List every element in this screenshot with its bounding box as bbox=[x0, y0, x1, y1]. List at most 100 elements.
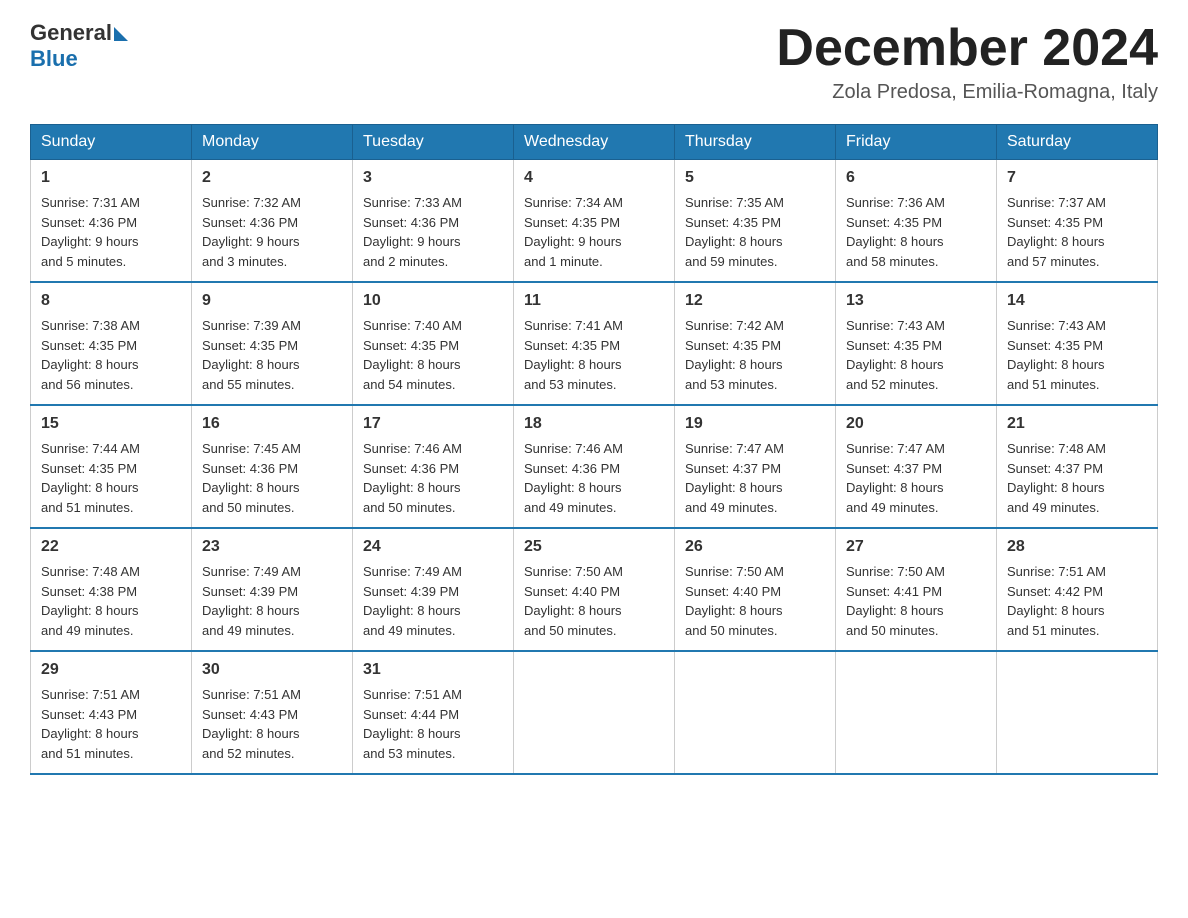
daylight-text2: and 53 minutes. bbox=[524, 377, 617, 392]
daylight-text: Daylight: 8 hours bbox=[363, 357, 461, 372]
daylight-text: Daylight: 8 hours bbox=[1007, 234, 1105, 249]
day-number: 24 bbox=[363, 535, 503, 559]
daylight-text: Daylight: 8 hours bbox=[1007, 603, 1105, 618]
calendar-cell-w5-d6 bbox=[997, 651, 1158, 774]
daylight-text: Daylight: 8 hours bbox=[202, 357, 300, 372]
sunrise-text: Sunrise: 7:42 AM bbox=[685, 318, 784, 333]
sunrise-text: Sunrise: 7:38 AM bbox=[41, 318, 140, 333]
daylight-text2: and 2 minutes. bbox=[363, 254, 448, 269]
sunrise-text: Sunrise: 7:51 AM bbox=[41, 687, 140, 702]
daylight-text: Daylight: 8 hours bbox=[41, 726, 139, 741]
daylight-text2: and 1 minute. bbox=[524, 254, 603, 269]
sunrise-text: Sunrise: 7:45 AM bbox=[202, 441, 301, 456]
day-number: 16 bbox=[202, 412, 342, 436]
calendar-cell-w5-d5 bbox=[836, 651, 997, 774]
daylight-text: Daylight: 8 hours bbox=[846, 603, 944, 618]
sunset-text: Sunset: 4:35 PM bbox=[846, 338, 942, 353]
calendar-week-3: 15 Sunrise: 7:44 AM Sunset: 4:35 PM Dayl… bbox=[31, 405, 1158, 528]
calendar-cell-w3-d2: 17 Sunrise: 7:46 AM Sunset: 4:36 PM Dayl… bbox=[353, 405, 514, 528]
logo-blue: Blue bbox=[30, 46, 78, 72]
sunrise-text: Sunrise: 7:48 AM bbox=[1007, 441, 1106, 456]
calendar-cell-w2-d4: 12 Sunrise: 7:42 AM Sunset: 4:35 PM Dayl… bbox=[675, 282, 836, 405]
daylight-text: Daylight: 8 hours bbox=[846, 480, 944, 495]
daylight-text2: and 59 minutes. bbox=[685, 254, 778, 269]
daylight-text2: and 53 minutes. bbox=[363, 746, 456, 761]
daylight-text2: and 50 minutes. bbox=[524, 623, 617, 638]
sunset-text: Sunset: 4:39 PM bbox=[202, 584, 298, 599]
sunrise-text: Sunrise: 7:40 AM bbox=[363, 318, 462, 333]
daylight-text: Daylight: 8 hours bbox=[685, 603, 783, 618]
day-number: 4 bbox=[524, 166, 664, 190]
daylight-text2: and 3 minutes. bbox=[202, 254, 287, 269]
daylight-text2: and 57 minutes. bbox=[1007, 254, 1100, 269]
daylight-text: Daylight: 9 hours bbox=[202, 234, 300, 249]
sunrise-text: Sunrise: 7:50 AM bbox=[685, 564, 784, 579]
sunset-text: Sunset: 4:37 PM bbox=[685, 461, 781, 476]
day-number: 10 bbox=[363, 289, 503, 313]
sunrise-text: Sunrise: 7:36 AM bbox=[846, 195, 945, 210]
day-number: 3 bbox=[363, 166, 503, 190]
sunset-text: Sunset: 4:36 PM bbox=[202, 215, 298, 230]
daylight-text: Daylight: 8 hours bbox=[846, 357, 944, 372]
daylight-text: Daylight: 8 hours bbox=[202, 480, 300, 495]
sunset-text: Sunset: 4:35 PM bbox=[685, 215, 781, 230]
daylight-text2: and 58 minutes. bbox=[846, 254, 939, 269]
sunrise-text: Sunrise: 7:43 AM bbox=[1007, 318, 1106, 333]
day-number: 20 bbox=[846, 412, 986, 436]
sunrise-text: Sunrise: 7:32 AM bbox=[202, 195, 301, 210]
col-saturday: Saturday bbox=[997, 125, 1158, 160]
daylight-text2: and 49 minutes. bbox=[685, 500, 778, 515]
sunrise-text: Sunrise: 7:51 AM bbox=[363, 687, 462, 702]
sunrise-text: Sunrise: 7:51 AM bbox=[1007, 564, 1106, 579]
sunrise-text: Sunrise: 7:39 AM bbox=[202, 318, 301, 333]
daylight-text2: and 54 minutes. bbox=[363, 377, 456, 392]
sunset-text: Sunset: 4:35 PM bbox=[202, 338, 298, 353]
calendar-cell-w3-d4: 19 Sunrise: 7:47 AM Sunset: 4:37 PM Dayl… bbox=[675, 405, 836, 528]
calendar-cell-w4-d1: 23 Sunrise: 7:49 AM Sunset: 4:39 PM Dayl… bbox=[192, 528, 353, 651]
daylight-text: Daylight: 8 hours bbox=[846, 234, 944, 249]
daylight-text2: and 51 minutes. bbox=[41, 746, 134, 761]
sunset-text: Sunset: 4:35 PM bbox=[524, 215, 620, 230]
calendar-cell-w2-d0: 8 Sunrise: 7:38 AM Sunset: 4:35 PM Dayli… bbox=[31, 282, 192, 405]
calendar-cell-w2-d1: 9 Sunrise: 7:39 AM Sunset: 4:35 PM Dayli… bbox=[192, 282, 353, 405]
daylight-text2: and 49 minutes. bbox=[846, 500, 939, 515]
day-number: 11 bbox=[524, 289, 664, 313]
logo-triangle-icon bbox=[114, 27, 128, 41]
calendar-week-2: 8 Sunrise: 7:38 AM Sunset: 4:35 PM Dayli… bbox=[31, 282, 1158, 405]
sunset-text: Sunset: 4:40 PM bbox=[524, 584, 620, 599]
calendar-cell-w1-d2: 3 Sunrise: 7:33 AM Sunset: 4:36 PM Dayli… bbox=[353, 160, 514, 283]
sunset-text: Sunset: 4:43 PM bbox=[41, 707, 137, 722]
daylight-text: Daylight: 8 hours bbox=[202, 603, 300, 618]
daylight-text2: and 52 minutes. bbox=[202, 746, 295, 761]
title-block: December 2024 Zola Predosa, Emilia-Romag… bbox=[776, 20, 1158, 104]
logo: General Blue bbox=[30, 20, 128, 72]
daylight-text2: and 51 minutes. bbox=[1007, 623, 1100, 638]
sunrise-text: Sunrise: 7:47 AM bbox=[685, 441, 784, 456]
sunrise-text: Sunrise: 7:51 AM bbox=[202, 687, 301, 702]
daylight-text2: and 49 minutes. bbox=[202, 623, 295, 638]
sunrise-text: Sunrise: 7:33 AM bbox=[363, 195, 462, 210]
sunset-text: Sunset: 4:37 PM bbox=[846, 461, 942, 476]
sunset-text: Sunset: 4:36 PM bbox=[363, 461, 459, 476]
sunset-text: Sunset: 4:38 PM bbox=[41, 584, 137, 599]
col-friday: Friday bbox=[836, 125, 997, 160]
location-subtitle: Zola Predosa, Emilia-Romagna, Italy bbox=[776, 81, 1158, 104]
day-number: 19 bbox=[685, 412, 825, 436]
day-number: 6 bbox=[846, 166, 986, 190]
sunset-text: Sunset: 4:40 PM bbox=[685, 584, 781, 599]
sunrise-text: Sunrise: 7:41 AM bbox=[524, 318, 623, 333]
page-header: General Blue December 2024 Zola Predosa,… bbox=[30, 20, 1158, 104]
calendar-cell-w5-d0: 29 Sunrise: 7:51 AM Sunset: 4:43 PM Dayl… bbox=[31, 651, 192, 774]
day-number: 14 bbox=[1007, 289, 1147, 313]
daylight-text: Daylight: 8 hours bbox=[524, 480, 622, 495]
daylight-text2: and 51 minutes. bbox=[1007, 377, 1100, 392]
sunset-text: Sunset: 4:35 PM bbox=[41, 338, 137, 353]
daylight-text: Daylight: 8 hours bbox=[685, 480, 783, 495]
calendar-cell-w3-d1: 16 Sunrise: 7:45 AM Sunset: 4:36 PM Dayl… bbox=[192, 405, 353, 528]
daylight-text: Daylight: 8 hours bbox=[1007, 480, 1105, 495]
day-number: 8 bbox=[41, 289, 181, 313]
sunrise-text: Sunrise: 7:31 AM bbox=[41, 195, 140, 210]
calendar-table: Sunday Monday Tuesday Wednesday Thursday… bbox=[30, 124, 1158, 775]
day-number: 2 bbox=[202, 166, 342, 190]
sunrise-text: Sunrise: 7:50 AM bbox=[524, 564, 623, 579]
